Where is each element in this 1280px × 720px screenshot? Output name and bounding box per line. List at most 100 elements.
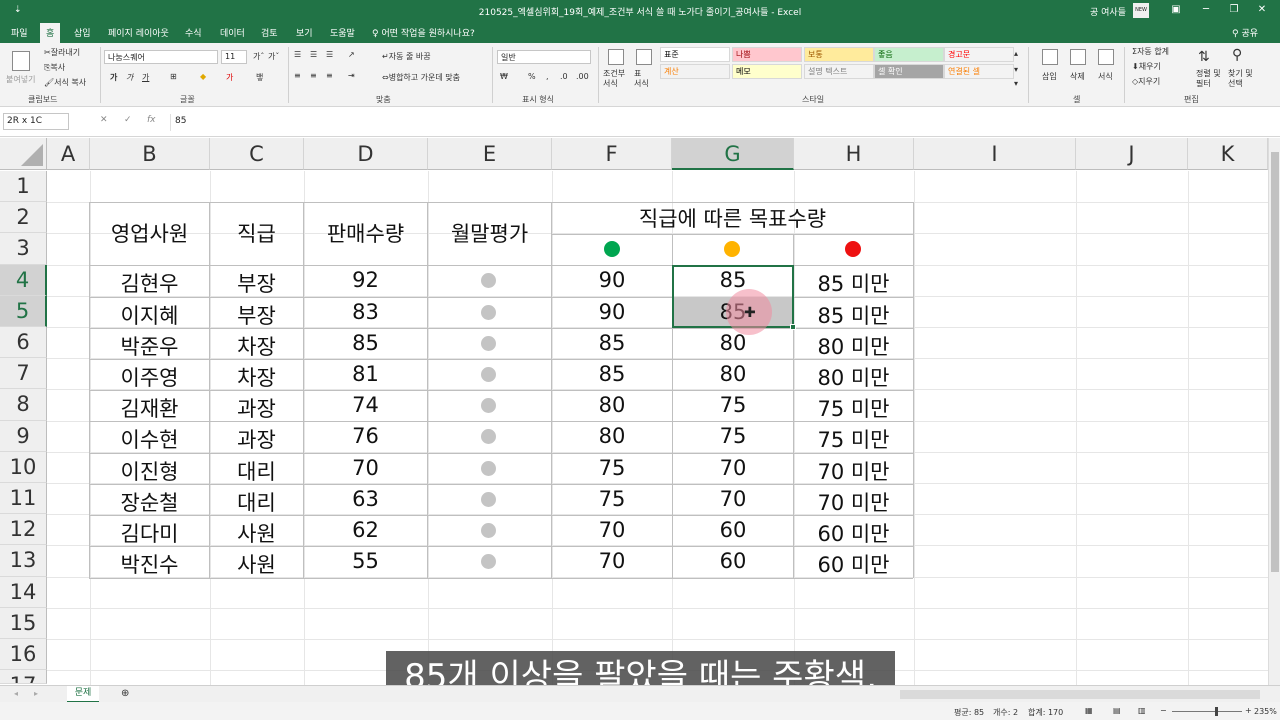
table-cell[interactable]: 83: [304, 300, 427, 324]
row-header-11[interactable]: 11: [0, 483, 47, 515]
align-right-icon[interactable]: ≡: [326, 71, 333, 80]
table-cell[interactable]: 80: [552, 393, 672, 417]
cell-style[interactable]: 표준: [660, 47, 730, 62]
table-cell[interactable]: 김현우: [90, 268, 209, 298]
table-cell[interactable]: 60: [673, 518, 793, 542]
table-cell[interactable]: 박진수: [90, 549, 209, 579]
normal-view-icon[interactable]: ▦: [1085, 706, 1093, 715]
table-cell[interactable]: 70: [673, 456, 793, 480]
grow-font-icon[interactable]: 가ˆ: [253, 51, 264, 62]
tab-file[interactable]: 파일: [11, 26, 28, 39]
column-header-a[interactable]: A: [47, 138, 90, 170]
row-header-13[interactable]: 13: [0, 545, 47, 577]
table-cell[interactable]: 김재환: [90, 393, 209, 423]
autosum-button[interactable]: Σ자동 합계: [1132, 46, 1169, 57]
format-painter-button[interactable]: 🖌서식 복사: [44, 77, 86, 88]
column-header-b[interactable]: B: [90, 138, 210, 170]
delete-button[interactable]: 삭제: [1070, 71, 1085, 82]
header-sales-rep[interactable]: 영업사원: [90, 218, 209, 248]
shrink-font-icon[interactable]: 가ˇ: [268, 51, 279, 62]
table-cell[interactable]: 90: [552, 268, 672, 292]
tab-help[interactable]: 도움말: [330, 26, 355, 39]
insert-button[interactable]: 삽입: [1042, 71, 1057, 82]
zoom-level[interactable]: 235%: [1254, 707, 1277, 716]
paste-icon[interactable]: [12, 51, 30, 71]
increase-decimal-icon[interactable]: .0: [560, 72, 568, 81]
table-cell[interactable]: 이진형: [90, 456, 209, 486]
table-cell[interactable]: 75 미만: [794, 424, 913, 454]
tell-me-search[interactable]: ♀ 어떤 작업을 원하시나요?: [372, 26, 475, 39]
copy-button[interactable]: ⎘복사: [44, 62, 65, 73]
tab-formulas[interactable]: 수식: [185, 26, 202, 39]
table-cell[interactable]: 60: [673, 549, 793, 573]
table-cell[interactable]: 60 미만: [794, 549, 913, 579]
table-cell[interactable]: 장순철: [90, 487, 209, 517]
conditional-format-button[interactable]: 조건부 서식: [603, 69, 625, 89]
row-header-6[interactable]: 6: [0, 327, 47, 359]
decrease-decimal-icon[interactable]: .00: [576, 72, 589, 81]
table-cell[interactable]: 부장: [210, 300, 303, 330]
merge-center-button[interactable]: ⇔병합하고 가운데 맞춤: [382, 72, 460, 83]
table-cell[interactable]: 대리: [210, 487, 303, 517]
cell-style[interactable]: 메모: [732, 64, 802, 79]
table-cell[interactable]: 80: [673, 331, 793, 355]
font-name-select[interactable]: 나눔스퀘어: [104, 50, 218, 64]
table-cell[interactable]: 74: [304, 393, 427, 417]
table-cell[interactable]: 90: [552, 300, 672, 324]
zoom-in-icon[interactable]: +: [1245, 706, 1252, 715]
zoom-out-icon[interactable]: −: [1160, 706, 1167, 715]
align-center-icon[interactable]: ≡: [310, 71, 317, 80]
name-box[interactable]: 2R x 1C: [3, 113, 69, 130]
row-header-15[interactable]: 15: [0, 607, 47, 639]
table-cell[interactable]: 60 미만: [794, 518, 913, 548]
table-cell[interactable]: 차장: [210, 362, 303, 392]
currency-icon[interactable]: ₩: [500, 72, 508, 81]
table-cell[interactable]: 75: [552, 487, 672, 511]
cell-style[interactable]: 연결된 셀: [944, 64, 1014, 79]
cell-style[interactable]: 계산: [660, 64, 730, 79]
border-icon[interactable]: ⊞: [170, 72, 177, 81]
table-cell[interactable]: 차장: [210, 331, 303, 361]
table-cell[interactable]: 85: [552, 331, 672, 355]
header-eval[interactable]: 월말평가: [428, 218, 551, 248]
table-cell[interactable]: 70: [673, 487, 793, 511]
user-name[interactable]: 공 여사들: [1090, 5, 1126, 18]
comma-icon[interactable]: ,: [546, 72, 549, 81]
table-cell[interactable]: 70: [304, 456, 427, 480]
tab-data[interactable]: 데이터: [220, 26, 245, 39]
format-table-button[interactable]: 표 서식: [634, 69, 649, 89]
column-header-f[interactable]: F: [552, 138, 672, 170]
row-header-16[interactable]: 16: [0, 639, 47, 671]
table-cell[interactable]: 70 미만: [794, 487, 913, 517]
find-select-button[interactable]: 찾기 및 선택: [1228, 69, 1253, 89]
table-cell[interactable]: 85: [304, 331, 427, 355]
table-cell[interactable]: 85 미만: [794, 268, 913, 298]
paste-button[interactable]: 붙여넣기: [6, 74, 35, 85]
format-button[interactable]: 서식: [1098, 71, 1113, 82]
sort-filter-icon[interactable]: ⇅: [1198, 49, 1210, 65]
underline-icon[interactable]: 가: [142, 72, 149, 83]
sheet-next-icon[interactable]: ▸: [34, 689, 38, 698]
indent-icon[interactable]: ⇥: [348, 71, 355, 80]
row-header-17[interactable]: 17: [0, 670, 47, 685]
table-cell[interactable]: 김다미: [90, 518, 209, 548]
cell-style[interactable]: 나쁨: [732, 47, 802, 62]
table-cell[interactable]: 62: [304, 518, 427, 542]
row-header-9[interactable]: 9: [0, 420, 47, 452]
zoom-slider[interactable]: [1172, 711, 1242, 712]
sort-filter-button[interactable]: 정렬 및 필터: [1196, 69, 1221, 89]
page-layout-icon[interactable]: ▤: [1113, 706, 1121, 715]
table-cell[interactable]: 92: [304, 268, 427, 292]
row-header-8[interactable]: 8: [0, 389, 47, 421]
table-cell[interactable]: 이수현: [90, 424, 209, 454]
find-icon[interactable]: ⚲: [1232, 47, 1242, 63]
tab-home[interactable]: 홈: [40, 23, 61, 43]
ribbon-display-icon[interactable]: ▣: [1166, 4, 1186, 15]
format-cells-icon[interactable]: [1098, 49, 1114, 65]
insert-function-icon[interactable]: fx: [147, 115, 156, 125]
table-cell[interactable]: 75: [673, 393, 793, 417]
row-header-1[interactable]: 1: [0, 171, 47, 203]
column-header-c[interactable]: C: [210, 138, 304, 170]
header-target[interactable]: 직급에 따른 목표수량: [552, 203, 913, 233]
align-top-icon[interactable]: ☰: [294, 50, 301, 59]
